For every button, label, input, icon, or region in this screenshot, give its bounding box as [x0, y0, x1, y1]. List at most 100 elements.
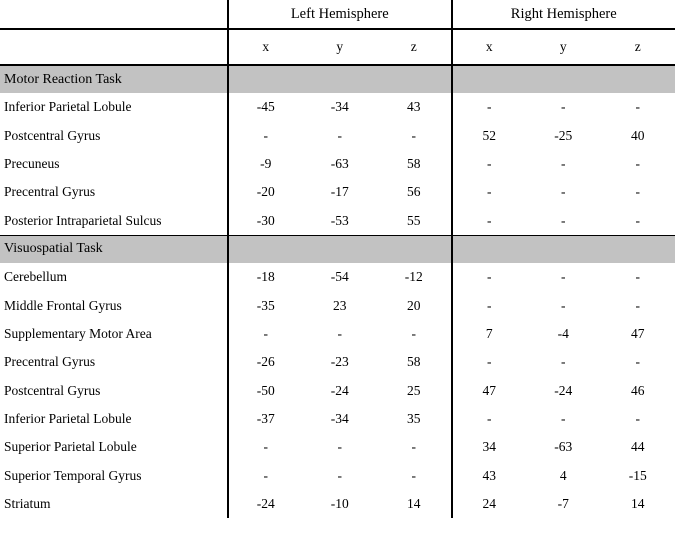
right-z-value: 47 — [631, 325, 645, 341]
section-title: Visuospatial Task — [0, 234, 228, 263]
axis-region-blank — [0, 29, 228, 66]
region-label: Superior Parietal Lobule — [4, 439, 137, 455]
right-z-value: 44 — [631, 439, 645, 455]
table-row: Posterior Intraparietal Sulcus -30 -53 55 - -… — [0, 206, 675, 236]
right-y-value: - — [561, 411, 566, 427]
right-z-value: - — [635, 354, 641, 370]
axis-header-right-x: x — [450, 29, 526, 66]
left-z-value: 35 — [407, 411, 421, 427]
section-header-row: Visuospatial Task — [0, 234, 675, 263]
right-y-value: - — [561, 155, 566, 171]
left-y-value: -24 — [330, 382, 349, 398]
right-x-value: 7 — [450, 319, 526, 349]
right-y-value: - — [561, 269, 566, 285]
right-y-value: - — [561, 297, 566, 313]
left-z-value: 14 — [407, 496, 421, 512]
right-z-value: - — [635, 184, 641, 200]
region-label: Postcentral Gyrus — [4, 127, 101, 143]
right-y-value: - — [561, 99, 566, 115]
right-z-value: 46 — [631, 382, 645, 398]
table-row: Postcentral Gyrus - - - 52 -25 40 — [0, 121, 675, 150]
left-x-value: -20 — [227, 178, 303, 207]
left-z-value: - — [411, 467, 417, 483]
left-x-value: - — [227, 121, 303, 150]
left-x-value: - — [227, 433, 303, 462]
table-row: Precentral Gyrus -26 -23 58 - - - — [0, 348, 675, 377]
right-z-value: - — [635, 411, 641, 427]
region-label: Middle Frontal Gyrus — [4, 297, 122, 313]
right-y-value: -7 — [557, 496, 569, 512]
table-row: Postcentral Gyrus -50 -24 25 47 -24 46 — [0, 376, 675, 405]
section-header-filler — [227, 65, 303, 93]
region-label: Inferior Parietal Lobule — [4, 99, 132, 115]
left-z-value: 20 — [407, 297, 421, 313]
right-z-value: - — [635, 99, 641, 115]
left-z-value: 55 — [407, 212, 421, 228]
region-column-header — [0, 0, 228, 30]
region-label: Striatum — [4, 496, 51, 512]
left-x-value: -30 — [227, 206, 303, 236]
right-x-value: - — [450, 348, 526, 377]
right-x-value: 34 — [450, 433, 526, 462]
axis-header-row: x y z x y z — [0, 29, 675, 66]
axis-header-left-y: y — [302, 29, 377, 66]
section-header-filler — [227, 234, 303, 263]
left-x-value: -35 — [227, 291, 303, 320]
axis-header-left-x: x — [227, 29, 303, 66]
left-y-value: - — [337, 439, 343, 455]
right-y-value: - — [561, 184, 566, 200]
right-x-value: - — [450, 291, 526, 320]
right-x-value: - — [450, 178, 526, 207]
left-z-value: - — [411, 325, 417, 341]
region-label: Supplementary Motor Area — [4, 325, 152, 341]
right-z-value: - — [635, 297, 641, 313]
left-z-value: 58 — [407, 155, 421, 171]
region-label: Precentral Gyrus — [4, 184, 96, 200]
right-y-value: -24 — [554, 382, 573, 398]
section-header-filler — [377, 234, 452, 263]
right-y-value: -4 — [557, 325, 569, 341]
hemisphere-header-row: Left Hemisphere Right Hemisphere — [0, 0, 675, 30]
left-x-value: -50 — [227, 376, 303, 405]
right-x-value: - — [450, 404, 526, 434]
table-row: Precuneus -9 -63 58 - - - — [0, 149, 675, 179]
left-z-value: 56 — [407, 184, 421, 200]
right-x-value: 43 — [450, 461, 526, 491]
right-z-value: -15 — [628, 467, 647, 483]
section-header-filler — [526, 65, 601, 93]
left-y-value: -34 — [330, 411, 349, 427]
axis-header-right-z: z — [600, 29, 675, 66]
table-row: Inferior Parietal Lobule -45 -34 43 - - - — [0, 93, 675, 122]
table-row: Supplementary Motor Area - - - 7 -4 47 — [0, 319, 675, 349]
right-y-value: - — [561, 212, 566, 228]
left-z-value: 43 — [407, 99, 421, 115]
left-x-value: -24 — [227, 490, 303, 519]
left-x-value: -37 — [227, 404, 303, 434]
left-x-value: -45 — [227, 93, 303, 122]
region-label: Precuneus — [4, 155, 60, 171]
section-header-filler — [450, 65, 526, 93]
left-y-value: - — [337, 127, 343, 143]
table-row: Precentral Gyrus -20 -17 56 - - - — [0, 178, 675, 207]
right-x-value: - — [450, 93, 526, 122]
table-row: Superior Parietal Lobule - - - 34 -63 44 — [0, 433, 675, 462]
table-row: Cerebellum -18 -54 -12 - - - — [0, 262, 675, 292]
left-y-value: -54 — [330, 269, 349, 285]
region-label: Superior Temporal Gyrus — [4, 467, 142, 483]
right-x-value: - — [450, 206, 526, 236]
left-y-value: -10 — [330, 496, 349, 512]
left-z-value: - — [411, 127, 417, 143]
table-head: Left Hemisphere Right Hemisphere x y z x… — [0, 0, 675, 66]
right-y-value: 4 — [559, 467, 567, 483]
left-y-value: - — [337, 467, 343, 483]
section-header-filler — [600, 234, 675, 263]
right-z-value: - — [635, 212, 641, 228]
right-z-value: 40 — [631, 127, 645, 143]
right-x-value: - — [450, 149, 526, 179]
left-z-value: 25 — [407, 382, 421, 398]
right-hemisphere-header: Right Hemisphere — [450, 0, 675, 30]
right-x-value: 47 — [450, 376, 526, 405]
right-z-value: 14 — [631, 496, 645, 512]
table-row: Inferior Parietal Lobule -37 -34 35 - - - — [0, 404, 675, 434]
right-x-value: 52 — [450, 121, 526, 150]
